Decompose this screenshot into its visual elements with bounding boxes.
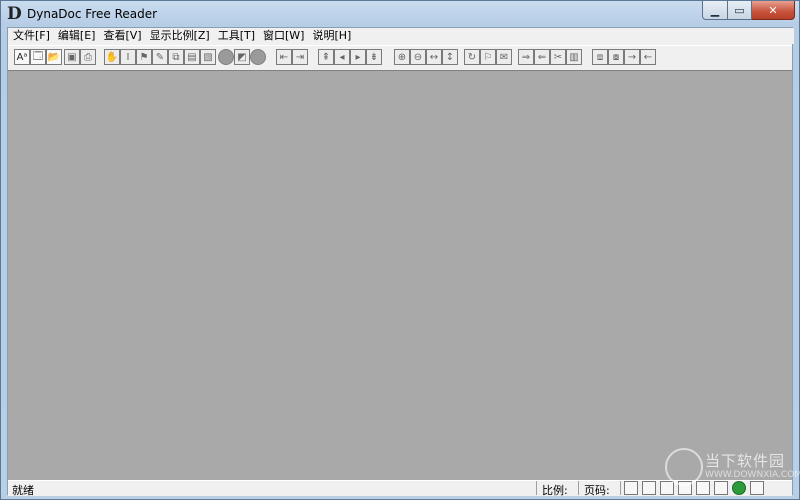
minimize-button[interactable]: ▁ [702, 1, 728, 20]
page-view-icon[interactable]: ▤ [184, 49, 200, 65]
text-select-icon[interactable]: Aᵃ [14, 49, 30, 65]
menu-bar: 文件[F] 编辑[E] 查看[V] 显示比例[Z] 工具[T] 窗口[W] 说明… [8, 28, 794, 44]
pencil-icon[interactable]: ✎ [152, 49, 168, 65]
new-window-icon[interactable]: 🗔 [30, 49, 46, 65]
last-page-icon[interactable]: ⇟ [366, 49, 382, 65]
layers-icon[interactable]: ◩ [234, 49, 250, 65]
zoom-out-icon[interactable]: ⊖ [410, 49, 426, 65]
maximize-icon: ▭ [734, 3, 745, 17]
status-divider [578, 481, 579, 495]
menu-file[interactable]: 文件[F] [10, 28, 55, 44]
arrow-left-doc-icon[interactable]: ⇐ [534, 49, 550, 65]
prev-page-icon[interactable]: ◂ [334, 49, 350, 65]
print-icon[interactable]: ⎙ [80, 49, 96, 65]
facing-pages-icon[interactable] [642, 481, 656, 495]
page-label: 页码: [584, 484, 610, 497]
watermark-text: 当下软件园 [705, 452, 786, 470]
arrow-right-doc-icon[interactable]: ⇒ [518, 49, 534, 65]
client-area: 文件[F] 编辑[E] 查看[V] 显示比例[Z] 工具[T] 窗口[W] 说明… [7, 27, 794, 497]
minimize-icon: ▁ [710, 3, 720, 17]
watermark-url: WWW.DOWNXIA.COM [705, 470, 800, 480]
mail-icon[interactable]: ✉ [496, 49, 512, 65]
stamp-icon[interactable]: ⚑ [136, 49, 152, 65]
arrow-left-icon[interactable]: ← [640, 49, 656, 65]
save-icon[interactable]: ▣ [64, 49, 80, 65]
tile-windows-icon[interactable]: ⧈ [592, 49, 608, 65]
main-toolbar: Aᵃ 🗔 📂 ▣ ⎙ ✋ I ⚑ ✎ ⧉ ▤ ▧ ◩ ⇤ ⇥ ⇞ ◂ ▸ ⇟ ⊕ ⊖ ↔ ↕ ↻ ⚐ ✉ ⇒ ⇐ ✂ ▥ ⧈ ⧇ → ← [8, 45, 792, 71]
page-copy-icon[interactable]: ⧉ [168, 49, 184, 65]
back-history-icon[interactable]: ⇤ [276, 49, 292, 65]
fit-page-icon[interactable]: ↕ [442, 49, 458, 65]
rotate-icon[interactable]: ↻ [464, 49, 480, 65]
bookmark-icon[interactable]: ⚐ [480, 49, 496, 65]
app-logo-icon: D [7, 4, 22, 24]
close-icon: ✕ [768, 3, 778, 17]
open-folder-icon[interactable]: 📂 [46, 49, 62, 65]
scale-label: 比例: [542, 484, 568, 497]
title-bar[interactable]: D DynaDoc Free Reader ▁ ▭ ✕ [1, 1, 799, 27]
caption-buttons: ▁ ▭ ✕ [702, 1, 795, 21]
arrow-right-icon[interactable]: → [624, 49, 640, 65]
window-title: DynaDoc Free Reader [27, 7, 158, 21]
first-page-icon[interactable]: ⇞ [318, 49, 334, 65]
maximize-button[interactable]: ▭ [728, 1, 752, 20]
scissors-icon[interactable]: ✂ [550, 49, 566, 65]
fit-width-icon[interactable]: ↔ [426, 49, 442, 65]
circle-record-icon[interactable] [250, 49, 266, 65]
document-workspace[interactable] [8, 70, 792, 481]
cascade-windows-icon[interactable]: ⧇ [608, 49, 624, 65]
menu-window[interactable]: 窗口[W] [260, 28, 309, 44]
hand-tool-icon[interactable]: ✋ [104, 49, 120, 65]
next-page-icon[interactable]: ▸ [350, 49, 366, 65]
close-button[interactable]: ✕ [752, 1, 795, 20]
menu-help[interactable]: 说明[H] [309, 28, 356, 44]
text-cursor-icon[interactable]: I [120, 49, 136, 65]
zoom-in-icon[interactable]: ⊕ [394, 49, 410, 65]
watermark: 当下软件园 WWW.DOWNXIA.COM [665, 448, 800, 486]
menu-view[interactable]: 查看[V] [100, 28, 146, 44]
menu-edit[interactable]: 编辑[E] [55, 28, 101, 44]
status-divider [536, 481, 537, 495]
circle-tool-icon[interactable] [218, 49, 234, 65]
clipboard-icon[interactable]: ▥ [566, 49, 582, 65]
status-ready-text: 就绪 [12, 484, 34, 497]
image-icon[interactable]: ▧ [200, 49, 216, 65]
single-page-icon[interactable] [624, 481, 638, 495]
menu-zoom[interactable]: 显示比例[Z] [147, 28, 215, 44]
watermark-logo-icon [665, 448, 703, 486]
status-divider [620, 481, 621, 495]
forward-history-icon[interactable]: ⇥ [292, 49, 308, 65]
app-window: D DynaDoc Free Reader ▁ ▭ ✕ 文件[F] 编辑[E] … [0, 0, 800, 500]
menu-tools[interactable]: 工具[T] [215, 28, 260, 44]
